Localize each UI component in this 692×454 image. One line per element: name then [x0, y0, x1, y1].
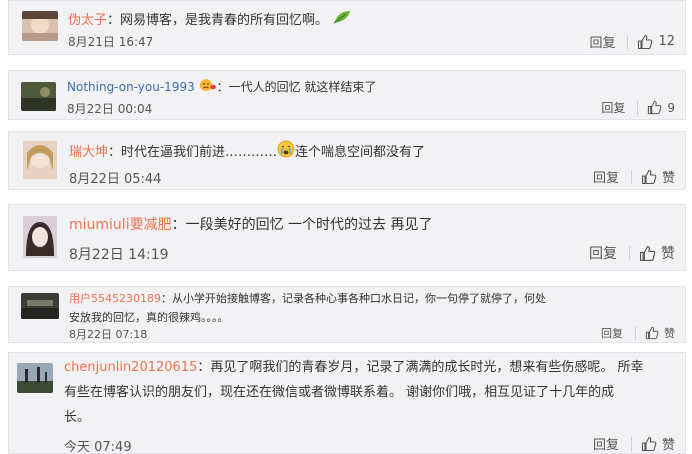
- comment-card: chenjunlin20120615：再见了啊我们的青春岁月，记录了满满的成长时…: [8, 352, 686, 454]
- comment-line: 伪太子：网易博客，是我青春的所有回忆啊。: [68, 9, 352, 32]
- username-link[interactable]: 伪太子: [68, 13, 107, 28]
- comment-text: 一段美好的回忆 一个时代的过去 再见了: [185, 217, 433, 233]
- like-count: 赞: [661, 171, 675, 186]
- like-button[interactable]: 9: [647, 100, 675, 115]
- reply-button[interactable]: 回复: [593, 167, 619, 186]
- comment-time: 8月21日 16:47: [68, 35, 154, 49]
- reply-button[interactable]: 回复: [601, 99, 625, 116]
- username-link[interactable]: 瑞大坤: [69, 145, 108, 160]
- comment-text: 从小学开始接触博客，记录各种心事各种口水日记，你一句停了就停了，何处: [172, 292, 546, 305]
- avatar[interactable]: [23, 216, 57, 258]
- comment-actions: 回复 赞: [593, 167, 675, 186]
- avatar[interactable]: [23, 141, 57, 179]
- reply-button[interactable]: 回复: [589, 32, 615, 51]
- username-link[interactable]: Nothing-on-you-1993: [67, 80, 195, 94]
- comment-line: 瑞大坤：时代在逼我们前进………… 连个喘息空间都没有了: [69, 140, 425, 165]
- like-count: 赞: [661, 246, 675, 262]
- thumbs-up-icon: [641, 169, 657, 185]
- comment-card: miumiuli要减肥：一段美好的回忆 一个时代的过去 再见了 8月22日 14…: [8, 204, 686, 271]
- comment-actions: 回复 赞: [593, 434, 675, 453]
- comment-text-line: 安放我的回忆，真的很辣鸡。。。。: [69, 311, 229, 324]
- sad-face-emoji-icon: [199, 78, 217, 98]
- comment-card: 伪太子：网易博客，是我青春的所有回忆啊。 8月21日 16:47 回复 12: [8, 0, 686, 55]
- avatar[interactable]: [21, 293, 59, 319]
- avatar[interactable]: [17, 363, 53, 393]
- comment-time: 8月22日 07:18: [69, 328, 148, 341]
- thumbs-up-icon: [639, 245, 656, 262]
- avatar[interactable]: [22, 11, 58, 41]
- divider: [630, 436, 632, 451]
- like-button[interactable]: 赞: [641, 167, 675, 186]
- like-count: 赞: [661, 438, 675, 453]
- comment-text-line: 有些在博客认识的朋友们，现在还在微信或者微博联系着。 谢谢你们哦，相互见证了十几…: [64, 385, 615, 400]
- comment-actions: 回复 赞: [589, 243, 675, 263]
- crying-face-emoji-icon: [277, 140, 295, 165]
- like-button[interactable]: 赞: [645, 325, 675, 341]
- like-count: 赞: [664, 327, 675, 340]
- comment-text-line: 长。: [64, 410, 91, 425]
- reply-button[interactable]: 回复: [589, 243, 617, 263]
- divider: [630, 169, 632, 184]
- comment-text: 网易博客，是我青春的所有回忆啊。: [120, 13, 329, 28]
- divider: [635, 326, 636, 340]
- comment-time: 今天 07:49: [64, 440, 132, 454]
- like-button[interactable]: 赞: [639, 243, 675, 263]
- comment-actions: 回复 12: [589, 32, 675, 51]
- comment-time: 8月22日 14:19: [69, 247, 169, 263]
- thumbs-up-icon: [637, 34, 653, 50]
- comment-actions: 回复 9: [601, 99, 675, 116]
- comment-text: 时代在逼我们前进…………: [121, 145, 278, 160]
- divider: [637, 100, 639, 115]
- divider: [629, 246, 630, 260]
- comment-card: 瑞大坤：时代在逼我们前进………… 连个喘息空间都没有了 8月22日 05:44 回…: [8, 131, 686, 190]
- comment-text: 一代人的回忆 就这样结束了: [228, 80, 377, 94]
- comment-time: 8月22日 05:44: [69, 172, 162, 187]
- like-count: 12: [658, 34, 675, 49]
- thumbs-up-icon: [645, 326, 659, 340]
- comment-body: 用户5545230189：从小学开始接触博客，记录各种心事各种口水日记，你一句停…: [69, 289, 546, 327]
- username-link[interactable]: chenjunlin20120615: [64, 360, 197, 375]
- leaf-emoji-icon: [332, 9, 352, 32]
- comment-text-continued: 连个喘息空间都没有了: [295, 145, 426, 160]
- reply-button[interactable]: 回复: [593, 434, 619, 453]
- divider: [627, 34, 629, 49]
- comment-actions: 回复 赞: [601, 325, 675, 341]
- comment-time: 8月22日 00:04: [67, 102, 153, 116]
- username-link[interactable]: 用户5545230189: [69, 292, 161, 305]
- comment-line: miumiuli要减肥：一段美好的回忆 一个时代的过去 再见了: [69, 217, 433, 233]
- comment-card: Nothing-on-you-1993 ：一代人的回忆 就这样结束了 8月22日…: [8, 70, 686, 120]
- like-count: 9: [667, 100, 675, 115]
- username-link[interactable]: miumiuli要减肥: [69, 217, 172, 233]
- like-button[interactable]: 12: [637, 34, 675, 50]
- thumbs-up-icon: [647, 100, 662, 115]
- avatar[interactable]: [21, 82, 56, 111]
- comment-body: chenjunlin20120615：再见了啊我们的青春岁月，记录了满满的成长时…: [64, 355, 644, 430]
- thumbs-up-icon: [641, 436, 657, 452]
- comment-line: Nothing-on-you-1993 ：一代人的回忆 就这样结束了: [67, 77, 376, 98]
- like-button[interactable]: 赞: [641, 434, 675, 453]
- comment-text: 再见了啊我们的青春岁月，记录了满满的成长时光，想来有些伤感呢。 所幸: [210, 360, 644, 375]
- reply-button[interactable]: 回复: [601, 325, 623, 341]
- comment-card: 用户5545230189：从小学开始接触博客，记录各种心事各种口水日记，你一句停…: [8, 286, 686, 343]
